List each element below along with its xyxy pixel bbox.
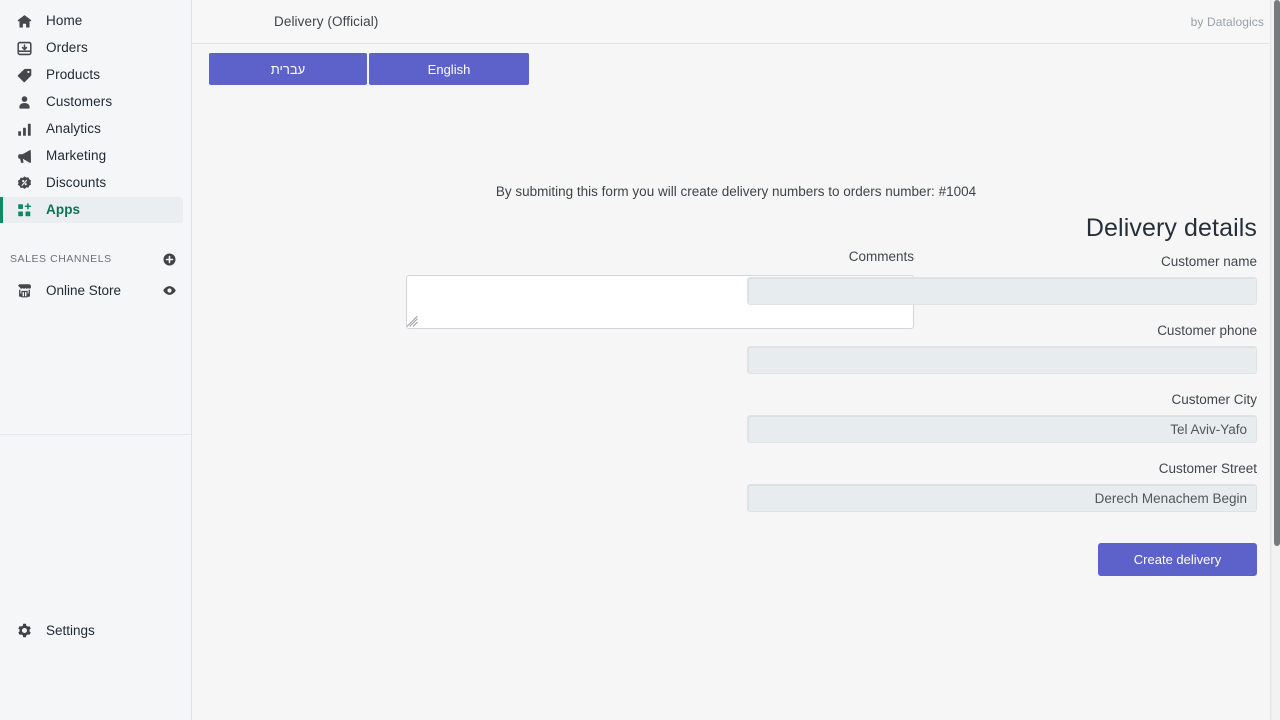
app-vendor: by Datalogics [1191,15,1264,29]
analytics-bars-icon [14,119,34,139]
customer-name-label: Customer name [1161,254,1257,269]
apps-grid-plus-icon [14,200,34,220]
sidebar-item-label: Marketing [46,149,106,163]
customer-street-label: Customer Street [1159,461,1257,476]
customer-name-input[interactable] [747,277,1257,305]
sidebar-item-label: Apps [46,203,80,217]
customer-city-label: Customer City [1171,392,1257,407]
store-icon [14,280,34,300]
app-embed-body: עברית English By submiting this form you… [192,44,1280,719]
sidebar-item-label: Settings [46,623,95,638]
sidebar-item-settings[interactable]: Settings [0,618,95,642]
app-topbar: Delivery (Official) by Datalogics [192,0,1280,44]
create-delivery-button[interactable]: Create delivery [1098,543,1257,576]
sidebar-nav-list: Home Orders Products Customers [0,0,191,223]
customer-street-input[interactable] [747,484,1257,512]
sidebar-item-label: Analytics [46,122,101,136]
products-tag-icon [14,65,34,85]
page-scrollbar[interactable] [1271,0,1280,720]
sidebar-item-label: Customers [46,95,112,109]
sales-channels-section-header: SALES CHANNELS [0,247,191,271]
sidebar-item-label: Home [46,14,82,28]
sidebar-item-label: Products [46,68,100,82]
eye-icon[interactable] [161,282,177,298]
sidebar-item-online-store[interactable]: Online Store [0,277,191,303]
plus-circle-icon[interactable] [161,251,177,267]
gear-icon [14,620,34,640]
marketing-megaphone-icon [14,146,34,166]
sidebar-item-home[interactable]: Home [0,8,183,34]
sidebar-item-orders[interactable]: Orders [0,35,183,61]
page-title: Delivery details [1086,214,1257,243]
app-window: Home Orders Products Customers [0,0,1280,720]
sidebar-item-products[interactable]: Products [0,62,183,88]
sidebar-item-label: Online Store [46,283,161,298]
main-content: Delivery (Official) by Datalogics עברית … [192,0,1280,720]
app-title: Delivery (Official) [274,14,378,29]
sidebar-item-label: Orders [46,41,88,55]
customer-phone-input[interactable] [747,346,1257,374]
sales-channels-heading: SALES CHANNELS [10,253,161,265]
page-scrollbar-thumb[interactable] [1274,0,1280,546]
sidebar-item-apps[interactable]: Apps [0,197,183,223]
lang-english-button[interactable]: English [369,53,529,85]
comments-label: Comments [406,249,914,264]
sidebar-item-label: Discounts [46,176,106,190]
home-icon [14,11,34,31]
form-note: By submiting this form you will create d… [192,184,1280,199]
language-switcher: עברית English [209,53,529,85]
sidebar-item-discounts[interactable]: Discounts [0,170,183,196]
sidebar-item-analytics[interactable]: Analytics [0,116,183,142]
sidebar-divider [0,434,191,435]
orders-icon [14,38,34,58]
customers-person-icon [14,92,34,112]
customer-phone-label: Customer phone [1157,323,1257,338]
discounts-percent-icon [14,173,34,193]
customer-city-input[interactable] [747,415,1257,443]
sidebar: Home Orders Products Customers [0,0,192,720]
sidebar-item-customers[interactable]: Customers [0,89,183,115]
lang-hebrew-button[interactable]: עברית [209,53,367,85]
sidebar-item-marketing[interactable]: Marketing [0,143,183,169]
